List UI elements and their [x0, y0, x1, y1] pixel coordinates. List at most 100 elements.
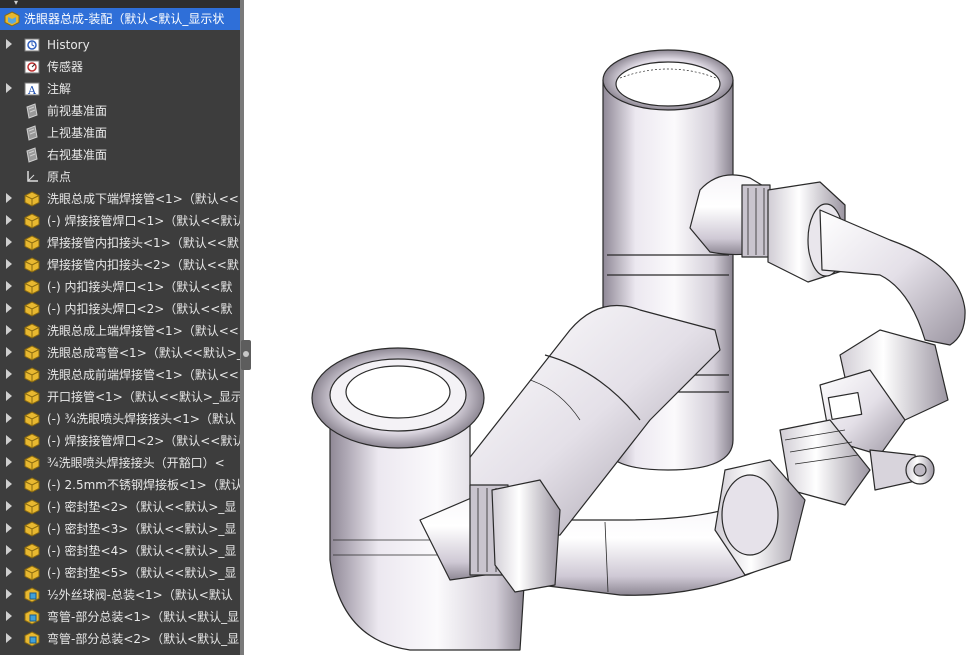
- part-icon: [24, 323, 40, 339]
- expand-arrow-icon[interactable]: [6, 83, 12, 93]
- tree-item[interactable]: 洗眼总成下端焊接管<1>（默认<<: [0, 188, 240, 210]
- expand-arrow-icon[interactable]: [6, 589, 12, 599]
- expand-arrow-icon[interactable]: [6, 39, 12, 49]
- tree-item[interactable]: (-) 焊接接管焊口<2>（默认<<默认: [0, 430, 240, 452]
- tree-item[interactable]: (-) 焊接接管焊口<1>（默认<<默认: [0, 210, 240, 232]
- tree-item-label: (-) 2.5mm不锈钢焊接板<1>（默认: [47, 478, 240, 492]
- tree-item[interactable]: 上视基准面: [0, 122, 240, 144]
- tree-item-label: 焊接接管内扣接头<1>（默认<<默: [47, 236, 239, 250]
- tree-item[interactable]: 传感器: [0, 56, 240, 78]
- tree-item[interactable]: 弯管-部分总装<1>（默认<默认_显: [0, 606, 240, 628]
- tree-item[interactable]: 焊接接管内扣接头<2>（默认<<默: [0, 254, 240, 276]
- tree-item[interactable]: ¾洗眼喷头焊接接头（开豁口）<: [0, 452, 240, 474]
- tree-item[interactable]: 焊接接管内扣接头<1>（默认<<默: [0, 232, 240, 254]
- left-hex-nut[interactable]: [469, 479, 561, 593]
- part-icon: [24, 213, 40, 229]
- tree-item-label: 洗眼总成弯管<1>（默认<<默认>_: [47, 346, 240, 360]
- tree-item[interactable]: 洗眼总成前端焊接管<1>（默认<<: [0, 364, 240, 386]
- tree-item-label: 洗眼总成前端焊接管<1>（默认<<: [47, 368, 239, 382]
- tree-item[interactable]: 原点: [0, 166, 240, 188]
- part-icon: [24, 389, 40, 405]
- expand-arrow-icon[interactable]: [6, 501, 12, 511]
- expand-arrow-icon[interactable]: [6, 457, 12, 467]
- tree-item-label: 注解: [47, 82, 72, 96]
- annotation-icon: A: [24, 81, 40, 97]
- sensor-icon: [24, 59, 40, 75]
- part-icon: [24, 543, 40, 559]
- tree-item[interactable]: (-) 2.5mm不锈钢焊接板<1>（默认: [0, 474, 240, 496]
- tree-item-label: History: [47, 38, 90, 52]
- tree-item-label: 洗眼总成上端焊接管<1>（默认<<: [47, 324, 239, 338]
- expand-arrow-icon[interactable]: [6, 281, 12, 291]
- expand-arrow-icon[interactable]: [6, 215, 12, 225]
- expand-arrow-icon[interactable]: [6, 193, 12, 203]
- tree-item[interactable]: 开口接管<1>（默认<<默认>_显示: [0, 386, 240, 408]
- plane-icon: [24, 125, 40, 141]
- tree-item-label: 原点: [47, 170, 72, 184]
- tree-item[interactable]: 右视基准面: [0, 144, 240, 166]
- assembly-root-icon: [4, 11, 20, 27]
- tree-item[interactable]: 洗眼总成弯管<1>（默认<<默认>_: [0, 342, 240, 364]
- part-icon: [24, 455, 40, 471]
- part-icon: [24, 477, 40, 493]
- expand-arrow-icon[interactable]: [6, 523, 12, 533]
- feature-manager-tree[interactable]: ▾ 洗眼器总成-装配（默认<默认_显示状 History 传感器 A 注解前视基准面上视…: [0, 0, 240, 655]
- tree-item[interactable]: History: [0, 34, 240, 56]
- tree-item[interactable]: 弯管-部分总装<2>（默认<默认_显: [0, 628, 240, 650]
- tree-root-label: 洗眼器总成-装配（默认<默认_显示状: [24, 12, 225, 26]
- expand-arrow-icon[interactable]: [6, 237, 12, 247]
- expand-arrow-icon[interactable]: [6, 347, 12, 357]
- tree-item-label: 弯管-部分总装<2>（默认<默认_显: [47, 632, 240, 646]
- tree-item[interactable]: A 注解: [0, 78, 240, 100]
- tree-item[interactable]: (-) ¾洗眼喷头焊接接头<1>（默认: [0, 408, 240, 430]
- part-icon: [24, 301, 40, 317]
- part-icon: [24, 279, 40, 295]
- expand-arrow-icon[interactable]: [6, 479, 12, 489]
- tree-item-label: (-) 内扣接头焊口<2>（默认<<默: [47, 302, 233, 316]
- expand-arrow-icon[interactable]: [6, 567, 12, 577]
- ball-valve-assembly[interactable]: [779, 329, 949, 506]
- expand-arrow-icon[interactable]: [6, 545, 12, 555]
- expand-arrow-icon[interactable]: [6, 413, 12, 423]
- expand-arrow-icon[interactable]: [6, 369, 12, 379]
- part-icon: [24, 521, 40, 537]
- part-icon: [24, 235, 40, 251]
- filter-icon[interactable]: ▾: [14, 0, 18, 7]
- tree-item-label: 上视基准面: [47, 126, 108, 140]
- tree-item-label: 右视基准面: [47, 148, 108, 162]
- tree-item-label: ¾洗眼喷头焊接接头（开豁口）<: [47, 456, 225, 470]
- tree-item[interactable]: (-) 密封垫<2>（默认<<默认>_显: [0, 496, 240, 518]
- expand-arrow-icon[interactable]: [6, 303, 12, 313]
- tree-root-assembly[interactable]: 洗眼器总成-装配（默认<默认_显示状: [0, 8, 240, 30]
- expand-arrow-icon[interactable]: [6, 391, 12, 401]
- tree-item[interactable]: ½外丝球阀-总装<1>（默认<默认: [0, 584, 240, 606]
- tree-item[interactable]: (-) 内扣接头焊口<1>（默认<<默: [0, 276, 240, 298]
- tree-item-label: (-) 密封垫<4>（默认<<默认>_显: [47, 544, 237, 558]
- part-icon: [24, 565, 40, 581]
- svg-text:A: A: [27, 84, 37, 97]
- tree-item-label: 前视基准面: [47, 104, 108, 118]
- expand-arrow-icon[interactable]: [6, 259, 12, 269]
- expand-arrow-icon[interactable]: [6, 633, 12, 643]
- tree-item[interactable]: (-) 密封垫<5>（默认<<默认>_显: [0, 562, 240, 584]
- expand-arrow-icon[interactable]: [6, 611, 12, 621]
- tree-item[interactable]: 洗眼总成上端焊接管<1>（默认<<: [0, 320, 240, 342]
- history-icon: [24, 37, 40, 53]
- tree-item[interactable]: 前视基准面: [0, 100, 240, 122]
- tree-header-bar: ▾: [0, 0, 240, 8]
- tree-item-label: 弯管-部分总装<1>（默认<默认_显: [47, 610, 240, 624]
- tree-item-label: (-) 焊接接管焊口<2>（默认<<默认: [47, 434, 240, 448]
- assembly-icon: [24, 587, 40, 603]
- tree-item[interactable]: (-) 密封垫<4>（默认<<默认>_显: [0, 540, 240, 562]
- expand-arrow-icon[interactable]: [6, 325, 12, 335]
- tree-item[interactable]: (-) 密封垫<3>（默认<<默认>_显: [0, 518, 240, 540]
- graphics-viewport[interactable]: [244, 0, 978, 655]
- part-icon: [24, 411, 40, 427]
- tree-item-label: 洗眼总成下端焊接管<1>（默认<<: [47, 192, 239, 206]
- tree-item[interactable]: (-) 内扣接头焊口<2>（默认<<默: [0, 298, 240, 320]
- plane-icon: [24, 103, 40, 119]
- part-icon: [24, 191, 40, 207]
- expand-arrow-icon[interactable]: [6, 435, 12, 445]
- part-icon: [24, 345, 40, 361]
- tree-item-label: (-) 内扣接头焊口<1>（默认<<默: [47, 280, 233, 294]
